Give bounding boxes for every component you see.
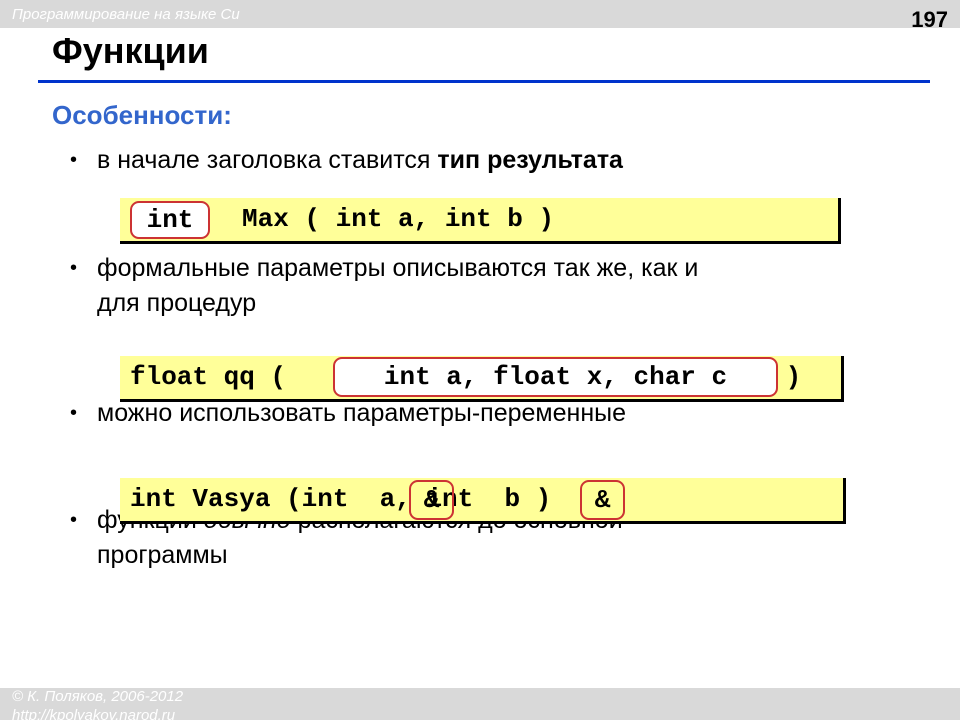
code-box-vasya: int Vasya (int a, int b ) <box>120 478 846 524</box>
bullet-1: в начале заголовка ставится тип результа… <box>97 143 623 178</box>
title-divider <box>38 80 930 83</box>
bullet-dot-1: • <box>70 149 78 171</box>
bullet-2-line2: для процедур <box>97 289 257 317</box>
bullet-3: можно использовать параметры-переменные <box>97 399 627 427</box>
top-bar: Программирование на языке Си <box>0 0 960 28</box>
code-vasya-signature: int Vasya (int a, int b ) <box>130 484 552 514</box>
footer-site-link[interactable]: http://kpolyakov.narod.ru <box>12 707 175 724</box>
bullet-1-bold: тип результата <box>437 146 623 174</box>
code-qq-start: float qq ( <box>130 362 302 392</box>
bullet-dot-4: • <box>70 509 78 531</box>
bullet-4-line2: программы <box>97 541 228 569</box>
return-type-highlight: int <box>130 201 210 239</box>
bullet-dot-2: • <box>70 257 78 279</box>
bullet-2-line1: формальные параметры описываются так же,… <box>97 254 699 282</box>
course-title: Программирование на языке Си <box>12 6 240 23</box>
slide-title: Функции <box>52 30 209 71</box>
page-number: 197 <box>911 7 948 32</box>
section-subtitle: Особенности: <box>52 100 232 130</box>
param-list-highlight: int a, float x, char c <box>333 357 778 397</box>
code-max-signature: Max ( int a, int b ) <box>242 204 555 234</box>
ampersand-highlight-1: & <box>409 480 454 520</box>
bullet-2: формальные параметры описываются так же,… <box>97 251 698 321</box>
code-box-max: Max ( int a, int b ) <box>120 198 841 244</box>
bullet-dot-3: • <box>70 402 78 424</box>
footer-bar: © К. Поляков, 2006-2012 http://kpolyakov… <box>0 688 960 724</box>
bullet-1-text: в начале заголовка ставится <box>97 146 438 174</box>
footer-author: © К. Поляков, 2006-2012 <box>12 688 184 705</box>
ampersand-highlight-2: & <box>580 480 625 520</box>
